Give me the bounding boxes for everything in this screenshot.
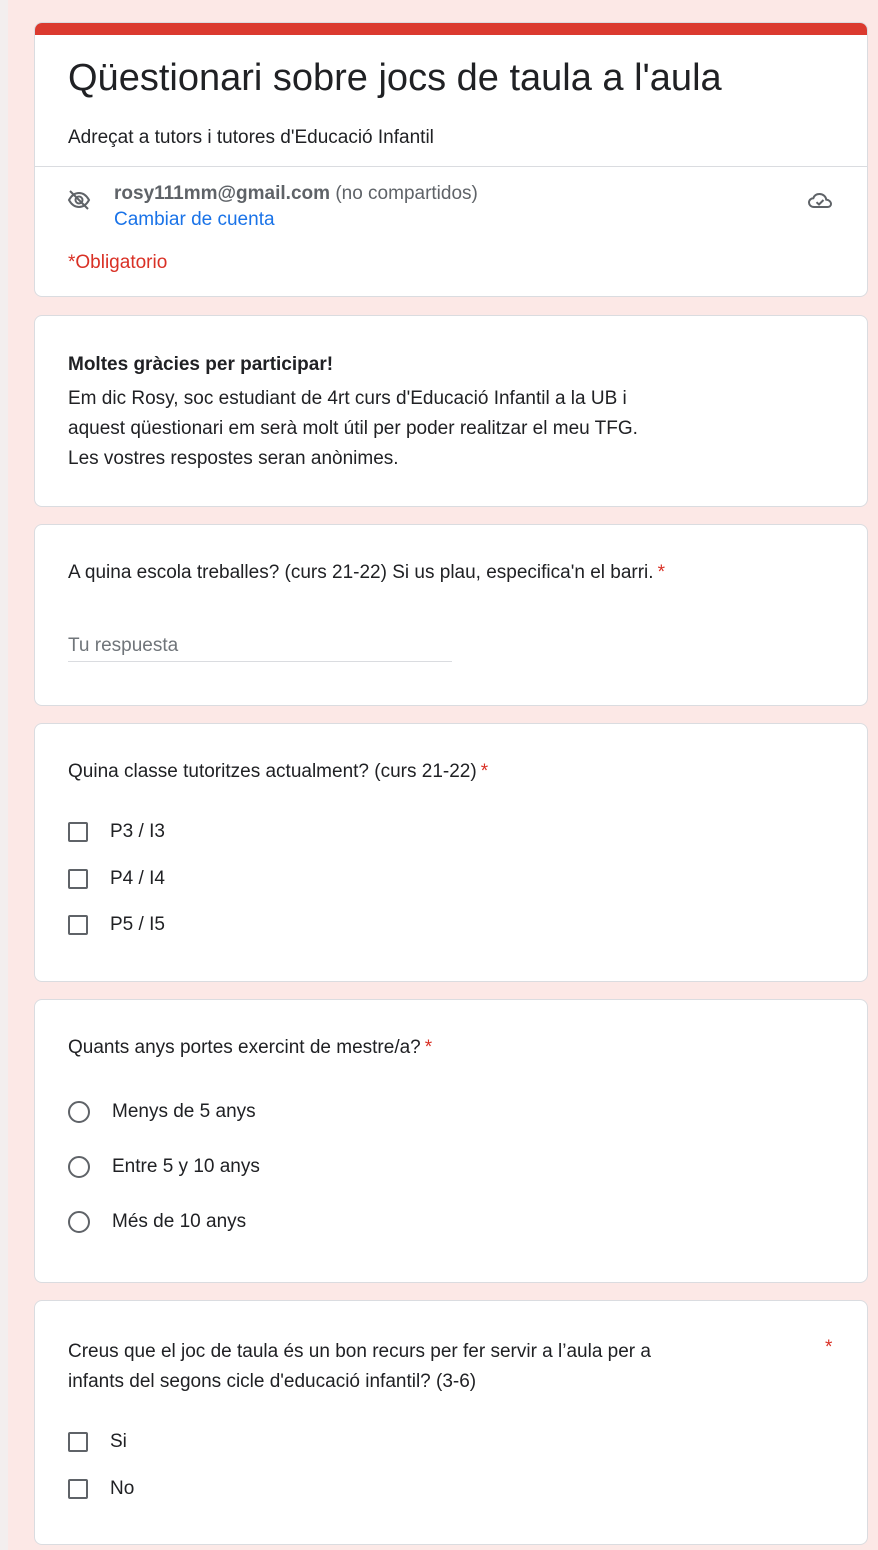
radio-option[interactable]: Menys de 5 anys	[68, 1099, 256, 1125]
header-accent-bar	[35, 23, 867, 35]
account-info: rosy111mm@gmail.com (no compartidos)	[114, 183, 478, 205]
radio-option[interactable]: Més de 10 anys	[68, 1209, 246, 1235]
question-text-line: infants del segons cicle d'educació infa…	[68, 1371, 477, 1392]
intro-line: Les vostres respostes seran anònimes.	[68, 448, 399, 469]
option-label: No	[110, 1478, 135, 1499]
checkbox[interactable]	[68, 822, 88, 842]
eye-off-icon	[67, 188, 91, 212]
radio-button[interactable]	[68, 1101, 90, 1123]
option-label: Menys de 5 anys	[112, 1101, 256, 1122]
question-card-class: Quina classe tutoritzes actualment? (cur…	[34, 723, 868, 982]
option-label: Entre 5 y 10 anys	[112, 1156, 260, 1177]
required-star: *	[480, 761, 489, 782]
intro-body: Em dic Rosy, soc estudiant de 4rt curs d…	[68, 384, 848, 474]
radio-button[interactable]	[68, 1156, 90, 1178]
option-label: P5 / I5	[110, 914, 165, 935]
question-card-experience: Quants anys portes exercint de mestre/a?…	[34, 999, 868, 1283]
required-star: *	[657, 562, 665, 583]
switch-account-link[interactable]: Cambiar de cuenta	[114, 209, 275, 231]
required-star: *	[424, 1037, 433, 1058]
sharing-note: (no compartidos)	[335, 183, 478, 204]
checkbox-option[interactable]: P3 / I3	[68, 819, 165, 845]
checkbox[interactable]	[68, 1432, 88, 1452]
question-text-line: Creus que el joc de taula és un bon recu…	[68, 1341, 651, 1362]
required-star: *	[825, 1337, 833, 1358]
header-divider	[35, 166, 867, 167]
intro-line: Em dic Rosy, soc estudiant de 4rt curs d…	[68, 388, 627, 409]
intro-card: Moltes gràcies per participar! Em dic Ro…	[34, 315, 868, 507]
option-label: Si	[110, 1431, 127, 1452]
question-title: Quants anys portes exercint de mestre/a?…	[68, 1037, 432, 1059]
radio-option[interactable]: Entre 5 y 10 anys	[68, 1154, 260, 1180]
checkbox-option[interactable]: No	[68, 1476, 134, 1502]
checkbox[interactable]	[68, 915, 88, 935]
question-title: Quina classe tutoritzes actualment? (cur…	[68, 761, 488, 783]
radio-button[interactable]	[68, 1211, 90, 1233]
checkbox[interactable]	[68, 1479, 88, 1499]
question-title: Creus que el joc de taula és un bon recu…	[68, 1337, 808, 1397]
question-card-board-games: Creus que el joc de taula és un bon recu…	[34, 1300, 868, 1545]
question-title: A quina escola treballes? (curs 21-22) S…	[68, 562, 665, 584]
question-card-school: A quina escola treballes? (curs 21-22) S…	[34, 524, 868, 706]
intro-line: aquest qüestionari em serà molt útil per…	[68, 418, 638, 439]
school-answer-input[interactable]	[68, 631, 452, 662]
checkbox[interactable]	[68, 869, 88, 889]
question-text: Quants anys portes exercint de mestre/a?	[68, 1037, 421, 1058]
checkbox-option[interactable]: P5 / I5	[68, 912, 165, 938]
form-header-card: Qüestionari sobre jocs de taula a l'aula…	[34, 22, 868, 297]
option-label: P3 / I3	[110, 821, 165, 842]
page-edge	[0, 0, 8, 1550]
option-label: P4 / I4	[110, 868, 165, 889]
form-title: Qüestionari sobre jocs de taula a l'aula	[68, 57, 722, 99]
form-subtitle: Adreçat a tutors i tutores d'Educació In…	[68, 127, 434, 148]
question-text: Quina classe tutoritzes actualment? (cur…	[68, 761, 477, 782]
option-label: Més de 10 anys	[112, 1211, 247, 1232]
intro-heading: Moltes gràcies per participar!	[68, 354, 334, 375]
account-email: rosy111mm@gmail.com	[114, 183, 331, 204]
checkbox-option[interactable]: P4 / I4	[68, 866, 165, 892]
required-note: *Obligatorio	[68, 252, 168, 273]
question-text: A quina escola treballes? (curs 21-22) S…	[68, 562, 654, 583]
cloud-saved-icon	[807, 190, 833, 212]
checkbox-option[interactable]: Si	[68, 1429, 127, 1455]
